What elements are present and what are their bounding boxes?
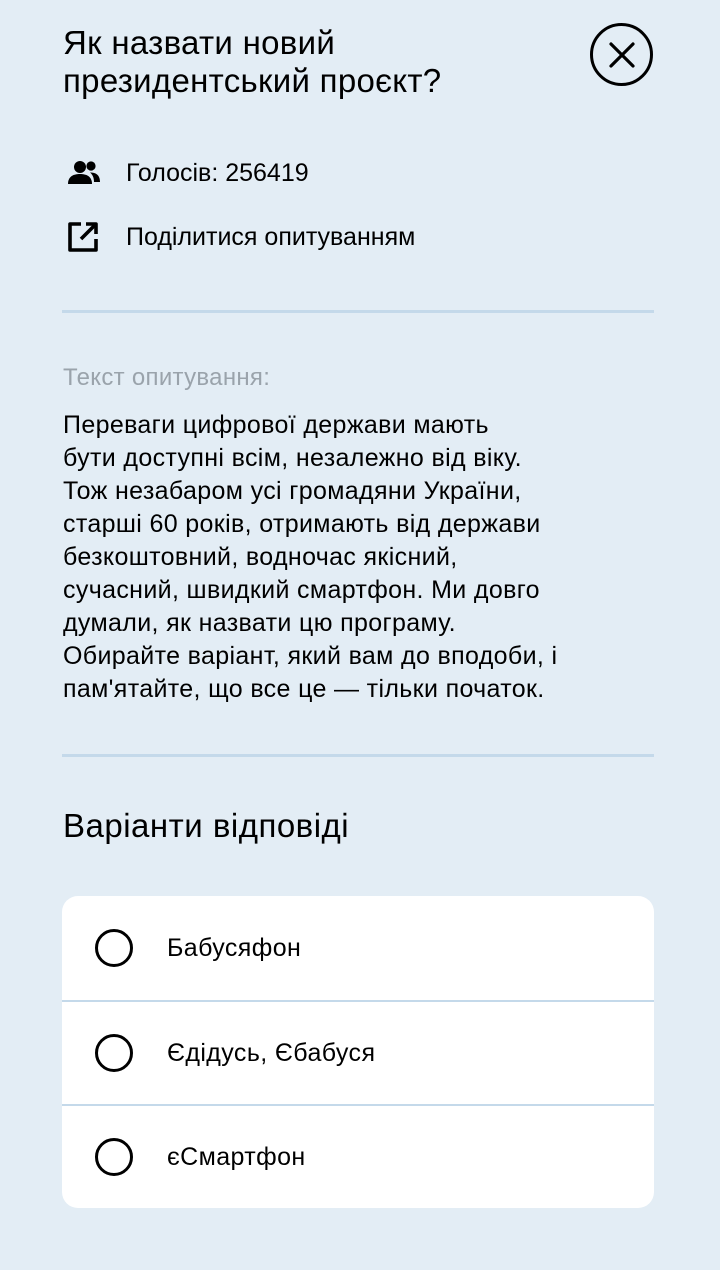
answer-options-list: Бабусяфон Єдідусь, Єбабуся єСмартфон <box>62 896 654 1208</box>
answer-option[interactable]: Бабусяфон <box>62 896 654 1000</box>
radio-button[interactable] <box>95 1138 133 1176</box>
close-button[interactable] <box>590 23 653 86</box>
people-icon <box>66 156 106 190</box>
answer-option-label: Єдідусь, Єбабуся <box>167 1039 376 1067</box>
share-label: Поділитися опитуванням <box>126 223 416 251</box>
answer-option-label: Бабусяфон <box>167 934 302 962</box>
poll-text-label: Текст опитування: <box>63 364 271 391</box>
radio-button[interactable] <box>95 1034 133 1072</box>
poll-text-line: безкоштовний, водночас якісний, <box>63 543 458 571</box>
share-poll-link[interactable]: Поділитися опитуванням <box>66 220 415 254</box>
answer-option-label: єСмартфон <box>167 1143 306 1171</box>
poll-text-line: Обирайте варіант, який вам до вподоби, і <box>63 642 558 670</box>
divider <box>62 310 654 313</box>
poll-text: Переваги цифрової держави мають бути дос… <box>63 409 663 706</box>
votes-count: Голосів: 256419 <box>126 159 309 187</box>
poll-text-line: бути доступні всім, незалежно від віку. <box>63 444 522 472</box>
answers-heading: Варіанти відповіді <box>63 807 350 844</box>
poll-text-line: старші 60 років, отримають від держави <box>63 510 541 538</box>
close-icon <box>608 41 635 68</box>
poll-text-line: пам'ятайте, що все це — тільки початок. <box>63 675 545 703</box>
poll-title: Як назвати новий президентський проєкт? <box>63 24 442 99</box>
external-link-icon <box>66 220 106 254</box>
poll-text-line: Тож незабаром усі громадяни України, <box>63 477 522 505</box>
divider <box>62 754 654 757</box>
poll-text-line: Переваги цифрової держави мають <box>63 411 489 439</box>
poll-text-line: думали, як назвати цю програму. <box>63 609 456 637</box>
answer-option[interactable]: єСмартфон <box>62 1104 654 1208</box>
poll-modal: Як назвати новий президентський проєкт? … <box>0 0 720 1270</box>
answer-option[interactable]: Єдідусь, Єбабуся <box>62 1000 654 1104</box>
radio-button[interactable] <box>95 929 133 967</box>
votes-row: Голосів: 256419 <box>66 156 309 190</box>
poll-text-line: сучасний, швидкий смартфон. Ми довго <box>63 576 540 604</box>
